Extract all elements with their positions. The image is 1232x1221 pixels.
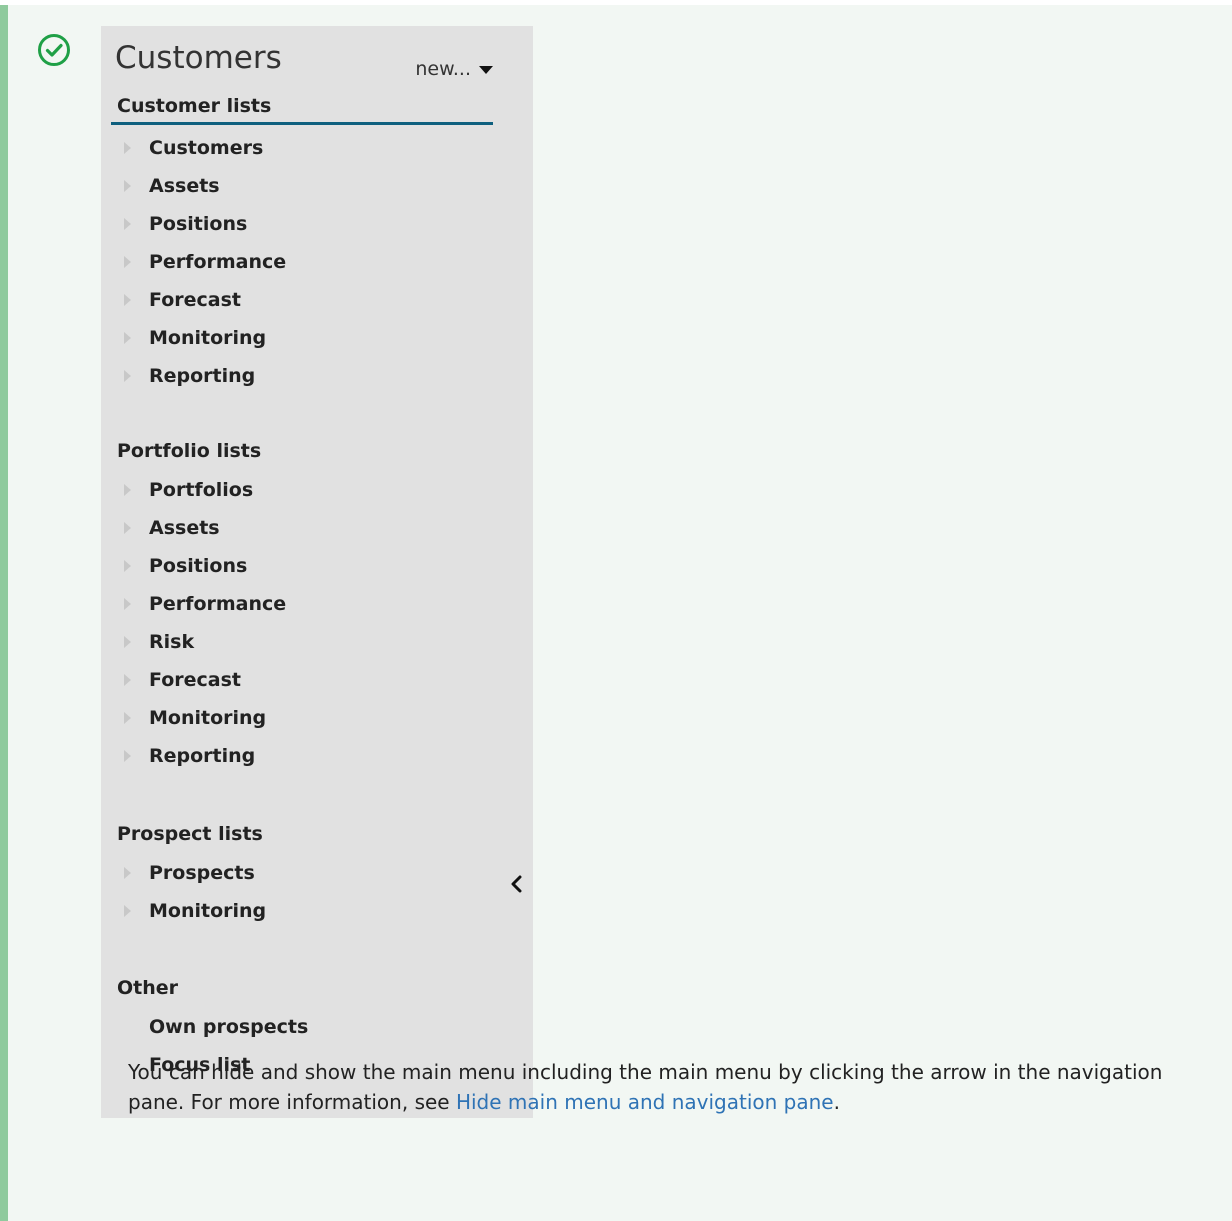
chevron-left-icon[interactable]	[507, 874, 527, 894]
note-text-end: .	[833, 1090, 840, 1114]
nav-item-label: Positions	[149, 213, 248, 235]
nav-item-label: Performance	[149, 593, 287, 615]
triangle-right-icon	[124, 484, 131, 496]
nav-item-monitoring[interactable]: Monitoring	[117, 319, 493, 357]
triangle-right-icon	[124, 750, 131, 762]
nav-item-performance[interactable]: Performance	[117, 585, 493, 623]
triangle-right-icon	[124, 560, 131, 572]
nav-item-reporting[interactable]: Reporting	[117, 357, 493, 395]
nav-item-assets[interactable]: Assets	[117, 509, 493, 547]
nav-item-label: Monitoring	[149, 327, 267, 349]
nav-item-label: Positions	[149, 555, 248, 577]
triangle-right-icon	[124, 867, 131, 879]
nav-item-assets[interactable]: Assets	[117, 167, 493, 205]
nav-item-label: Forecast	[149, 289, 241, 311]
triangle-right-icon	[124, 218, 131, 230]
nav-header: Customers new...	[115, 40, 493, 80]
section-title-other: Other	[117, 977, 179, 999]
nav-item-reporting[interactable]: Reporting	[117, 737, 493, 775]
nav-item-prospects[interactable]: Prospects	[117, 854, 493, 892]
triangle-right-icon	[124, 522, 131, 534]
nav-item-positions[interactable]: Positions	[117, 205, 493, 243]
navigation-pane: Customers new... Customer lists Customer…	[101, 26, 533, 1118]
nav-item-label: Monitoring	[149, 707, 267, 729]
nav-item-label: Portfolios	[149, 479, 254, 501]
nav-item-label: Monitoring	[149, 900, 267, 922]
nav-item-performance[interactable]: Performance	[117, 243, 493, 281]
note-text: You can hide and show the main menu incl…	[128, 1057, 1208, 1117]
section-prospect-lists: Prospect lists Prospects Monitoring	[117, 818, 493, 930]
info-note: Customers new... Customer lists Customer…	[0, 5, 1232, 1221]
section-title-customer-lists[interactable]: Customer lists	[111, 90, 493, 125]
nav-item-forecast[interactable]: Forecast	[117, 661, 493, 699]
triangle-right-icon	[124, 712, 131, 724]
triangle-right-icon	[124, 598, 131, 610]
nav-item-monitoring[interactable]: Monitoring	[117, 892, 493, 930]
section-portfolio-lists: Portfolio lists Portfolios Assets Positi…	[117, 435, 493, 775]
new-dropdown-label: new...	[415, 58, 471, 80]
nav-item-label: Own prospects	[149, 1016, 309, 1038]
nav-item-positions[interactable]: Positions	[117, 547, 493, 585]
nav-item-forecast[interactable]: Forecast	[117, 281, 493, 319]
nav-item-own-prospects[interactable]: Own prospects	[117, 1008, 493, 1046]
nav-item-risk[interactable]: Risk	[117, 623, 493, 661]
note-accent-bar	[0, 5, 8, 1221]
nav-item-label: Customers	[149, 137, 264, 159]
caret-down-icon	[479, 65, 493, 74]
triangle-right-icon	[124, 180, 131, 192]
hide-menu-link[interactable]: Hide main menu and navigation pane	[456, 1090, 834, 1114]
section-customer-lists: Customer lists Customers Assets Position…	[111, 90, 493, 395]
triangle-right-icon	[124, 142, 131, 154]
triangle-right-icon	[124, 294, 131, 306]
section-title-prospect-lists[interactable]: Prospect lists	[117, 818, 493, 850]
check-circle-icon	[38, 34, 70, 66]
nav-item-label: Prospects	[149, 862, 255, 884]
nav-item-label: Assets	[149, 517, 220, 539]
triangle-right-icon	[124, 256, 131, 268]
triangle-right-icon	[124, 370, 131, 382]
nav-title: Customers	[115, 40, 282, 76]
new-dropdown-button[interactable]: new...	[415, 58, 493, 80]
nav-item-monitoring[interactable]: Monitoring	[117, 699, 493, 737]
triangle-right-icon	[124, 905, 131, 917]
nav-item-label: Assets	[149, 175, 220, 197]
section-title-portfolio-lists[interactable]: Portfolio lists	[117, 435, 493, 467]
nav-item-label: Reporting	[149, 365, 256, 387]
nav-item-label: Risk	[149, 631, 195, 653]
triangle-right-icon	[124, 636, 131, 648]
nav-item-label: Reporting	[149, 745, 256, 767]
nav-item-portfolios[interactable]: Portfolios	[117, 471, 493, 509]
triangle-right-icon	[124, 674, 131, 686]
nav-item-customers[interactable]: Customers	[117, 129, 493, 167]
triangle-right-icon	[124, 332, 131, 344]
nav-item-label: Forecast	[149, 669, 241, 691]
nav-item-label: Performance	[149, 251, 287, 273]
